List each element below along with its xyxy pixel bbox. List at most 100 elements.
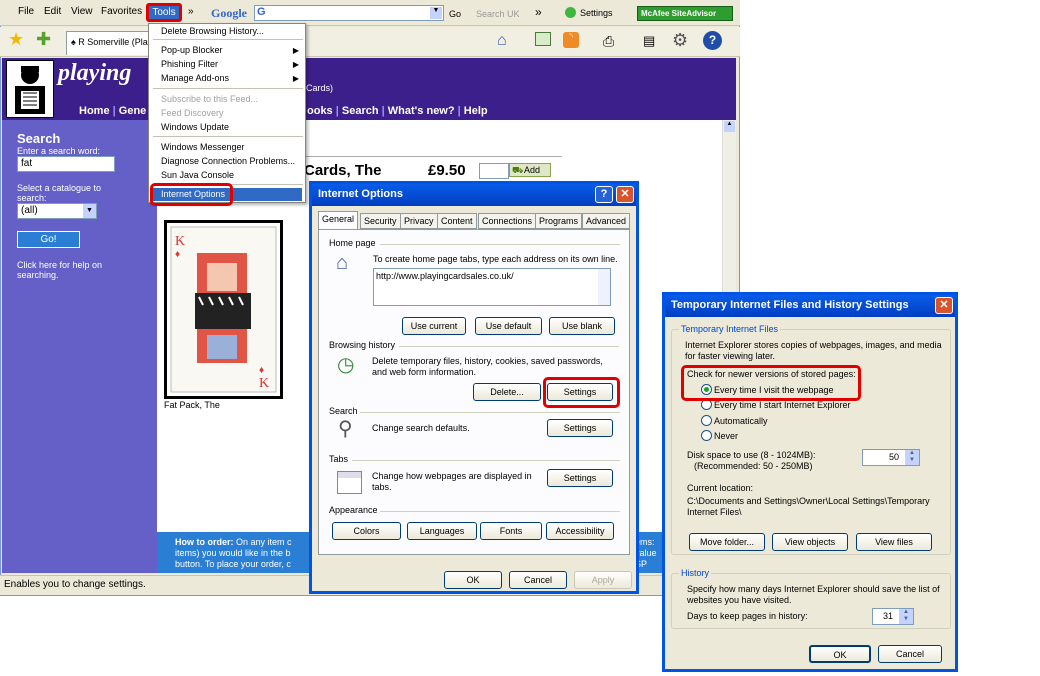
ok-button[interactable]: OK [444, 571, 502, 589]
mcafee-button[interactable]: McAfee SiteAdvisor [637, 6, 733, 21]
view-files-button[interactable]: View files [856, 533, 932, 551]
feeds-page-icon[interactable] [535, 32, 551, 46]
tab-privacy[interactable]: Privacy [400, 213, 438, 229]
close-icon[interactable]: ✕ [935, 297, 953, 314]
settings-menu[interactable]: Settings [580, 8, 613, 18]
chevron-icon[interactable]: » [188, 6, 194, 17]
dialog-titlebar: Temporary Internet Files and History Set… [665, 295, 955, 317]
left-sidebar: Search Enter a search word: fat Select a… [2, 120, 157, 573]
menu-view[interactable]: View [71, 6, 93, 17]
spin-arrows-icon[interactable]: ▲ ▼ [905, 450, 919, 465]
menu-file[interactable]: File [18, 6, 34, 17]
favorites-star-icon[interactable]: ★ [8, 29, 24, 50]
home-page-textarea[interactable]: http://www.playingcardsales.co.uk/ [373, 268, 611, 306]
add-favorites-icon[interactable]: ✚ [36, 29, 51, 50]
menu-manage-addons[interactable]: Manage Add-ons [161, 73, 229, 83]
tif-group-label: Temporary Internet Files [679, 324, 781, 334]
tab-security[interactable]: Security [360, 213, 401, 229]
radio-automatically-label[interactable]: Automatically [714, 416, 768, 427]
search-uk-button[interactable]: Search UK [476, 9, 520, 19]
tabs-settings-button[interactable]: Settings [547, 469, 613, 487]
languages-button[interactable]: Languages [407, 522, 477, 540]
tab-general[interactable]: General [318, 211, 359, 229]
print-icon[interactable]: ⎙ [603, 33, 614, 50]
home-icon[interactable]: ⌂ [497, 32, 507, 50]
menu-windows-update[interactable]: Windows Update [161, 122, 229, 132]
help-icon[interactable]: ? [703, 31, 722, 50]
use-blank-button[interactable]: Use blank [549, 317, 615, 335]
search-input[interactable]: fat [17, 156, 115, 172]
divider [153, 136, 303, 137]
nav-search[interactable]: Search [342, 105, 379, 117]
colors-button[interactable]: Colors [332, 522, 401, 540]
menu-favorites[interactable]: Favorites [101, 6, 142, 17]
use-current-button[interactable]: Use current [402, 317, 466, 335]
menu-diagnose-connection[interactable]: Diagnose Connection Problems... [161, 156, 295, 166]
close-icon[interactable]: ✕ [616, 186, 634, 203]
chevron-down-icon[interactable]: ▼ [83, 204, 96, 218]
tab-current[interactable]: ♠ R Somerville (Pla [66, 31, 154, 55]
cancel-button[interactable]: Cancel [509, 571, 567, 589]
highlight-internet-options [150, 183, 233, 206]
menu-phishing-filter[interactable]: Phishing Filter [161, 59, 218, 69]
rss-icon[interactable]: ◝ [563, 32, 579, 48]
internet-options-dialog: Internet Options ? ✕ General Security Pr… [309, 181, 639, 594]
help-icon[interactable]: ? [595, 186, 613, 203]
nav-whats-new[interactable]: What's new? [388, 105, 455, 117]
home-page-desc: To create home page tabs, type each addr… [373, 254, 618, 264]
go-button[interactable]: Go [449, 9, 461, 19]
days-stepper[interactable]: 31 ▲ ▼ [872, 608, 914, 625]
search-go-button[interactable]: Go! [17, 231, 80, 248]
scrollbar[interactable] [598, 269, 610, 305]
search-settings-button[interactable]: Settings [547, 419, 613, 437]
chevron-icon[interactable]: » [535, 5, 542, 19]
scroll-up-icon[interactable]: ▲ [724, 121, 735, 132]
tabs-label: Tabs [329, 454, 349, 464]
product-image[interactable]: K ♦ ♦ K [164, 220, 283, 399]
dropdown-arrow-icon[interactable]: ▼ [430, 7, 442, 19]
nav-books[interactable]: ooks [307, 105, 333, 117]
menu-windows-messenger[interactable]: Windows Messenger [161, 142, 245, 152]
g-icon: G [257, 6, 266, 18]
tab-connections[interactable]: Connections [478, 213, 537, 229]
menu-delete-history[interactable]: Delete Browsing History... [161, 26, 264, 36]
nav-help[interactable]: Help [464, 105, 488, 117]
radio-never[interactable] [701, 430, 712, 441]
catalogue-select[interactable]: (all) ▼ [17, 203, 97, 219]
cancel-button[interactable]: Cancel [878, 645, 942, 663]
gear-icon[interactable]: ⚙ [672, 30, 688, 51]
accessibility-button[interactable]: Accessibility [546, 522, 614, 540]
menu-popup-blocker[interactable]: Pop-up Blocker [161, 45, 223, 55]
radio-automatically[interactable] [701, 415, 712, 426]
svg-text:♦: ♦ [175, 249, 180, 260]
tab-advanced[interactable]: Advanced [582, 213, 631, 229]
site-subtitle: Cards) [306, 83, 334, 93]
site-logo-text: playing [58, 60, 132, 86]
disk-space-recommended: (Recommended: 50 - 250MB) [694, 461, 813, 471]
google-search-box[interactable]: Google G ▼ [211, 5, 444, 21]
add-button[interactable]: ⛟ Add [509, 163, 551, 177]
radio-never-label[interactable]: Never [714, 431, 738, 442]
view-objects-button[interactable]: View objects [772, 533, 848, 551]
nav-general[interactable]: Gene [119, 105, 147, 117]
svg-text:K: K [175, 234, 185, 249]
nav-home[interactable]: Home [79, 105, 110, 117]
search-help-link[interactable]: Click here for help on searching. [17, 260, 132, 280]
radio-every-start-label[interactable]: Every time I start Internet Explorer [714, 400, 851, 411]
quantity-input[interactable] [479, 163, 509, 179]
menu-sun-java-console[interactable]: Sun Java Console [161, 170, 234, 180]
fonts-button[interactable]: Fonts [480, 522, 542, 540]
use-default-button[interactable]: Use default [475, 317, 542, 335]
product-title[interactable]: Cards, The [304, 162, 382, 179]
menu-tools[interactable]: Tools [146, 3, 182, 22]
disk-space-stepper[interactable]: 50 ▲ ▼ [862, 449, 920, 466]
days-value: 31 [882, 611, 893, 621]
tab-programs[interactable]: Programs [535, 213, 583, 229]
delete-history-button[interactable]: Delete... [473, 383, 541, 401]
ok-button[interactable]: OK [809, 645, 871, 663]
tab-content[interactable]: Content [437, 213, 477, 229]
page-icon[interactable]: ▤ [643, 33, 655, 49]
spin-arrows-icon[interactable]: ▲ ▼ [899, 609, 913, 624]
move-folder-button[interactable]: Move folder... [689, 533, 765, 551]
menu-edit[interactable]: Edit [44, 6, 61, 17]
